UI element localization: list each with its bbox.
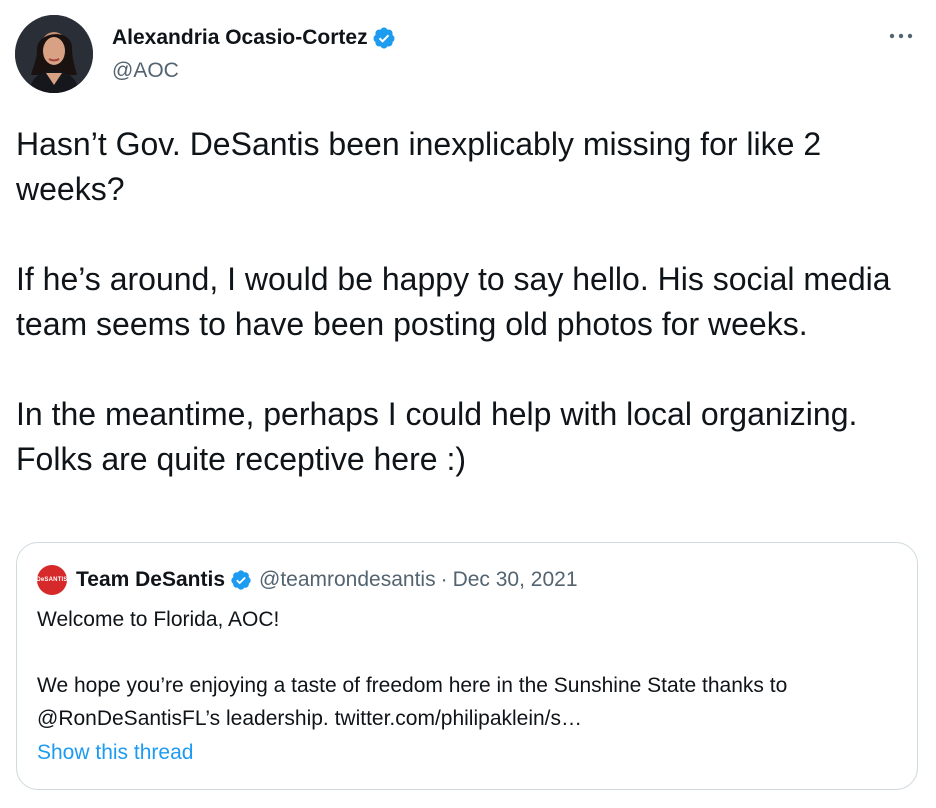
quoted-tweet-paragraph: We hope you’re enjoying a taste of freed… <box>37 674 788 730</box>
author-name[interactable]: Alexandria Ocasio-Cortez <box>112 24 368 52</box>
tweet-paragraph: In the meantime, perhaps I could help wi… <box>16 396 858 477</box>
tweet: Alexandria Ocasio-Cortez @AOC Hasn’t Gov… <box>0 0 936 808</box>
verified-badge-icon <box>231 570 251 590</box>
verified-badge-icon <box>373 27 395 49</box>
quoted-avatar-logo-text: DeSANTIS <box>37 577 67 583</box>
author-handle[interactable]: @AOC <box>112 57 179 85</box>
ellipsis-icon[interactable] <box>886 26 916 46</box>
quoted-tweet-header: DeSANTIS Team DeSantis @teamrondesantis … <box>37 565 578 595</box>
quoted-author-name[interactable]: Team DeSantis <box>76 566 225 594</box>
dot-separator: · <box>440 568 448 591</box>
quoted-tweet[interactable]: DeSANTIS Team DeSantis @teamrondesantis … <box>16 542 918 790</box>
quoted-tweet-date[interactable]: Dec 30, 2021 <box>453 566 578 594</box>
tweet-text: Hasn’t Gov. DeSantis been inexplicably m… <box>16 122 921 482</box>
tweet-paragraph: If he’s around, I would be happy to say … <box>16 261 891 342</box>
quoted-author-handle[interactable]: @teamrondesantis <box>259 566 436 594</box>
tweet-paragraph: Hasn’t Gov. DeSantis been inexplicably m… <box>16 126 822 207</box>
show-thread-link[interactable]: Show this thread <box>37 738 193 768</box>
quoted-tweet-text: Welcome to Florida, AOC! We hope you’re … <box>37 603 907 735</box>
author-name-row[interactable]: Alexandria Ocasio-Cortez <box>112 24 396 52</box>
author-avatar[interactable] <box>15 15 93 93</box>
quoted-tweet-paragraph: Welcome to Florida, AOC! <box>37 608 280 631</box>
quoted-author-avatar[interactable]: DeSANTIS <box>37 565 67 595</box>
